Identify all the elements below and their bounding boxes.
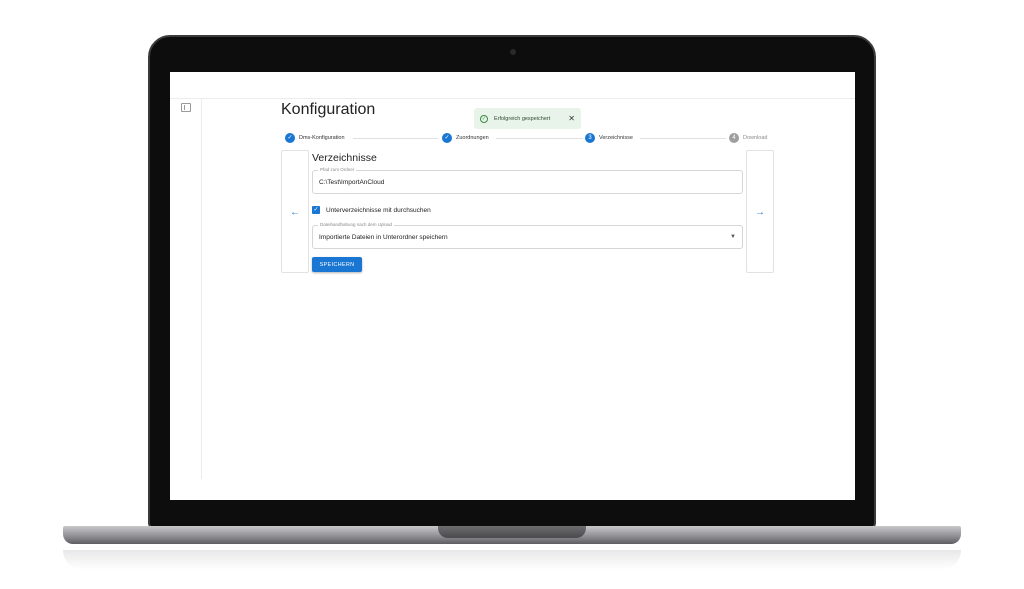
dropdown-caret-icon[interactable]: ▼ — [730, 234, 736, 240]
camera — [510, 49, 516, 55]
path-field-value[interactable]: C:\Test\ImportAnCloud — [319, 179, 384, 186]
step-number: 4 — [729, 133, 739, 143]
step-check-icon: ✓ — [285, 133, 295, 143]
step-download[interactable]: 4 Download — [729, 133, 767, 143]
checkbox-checked-icon[interactable]: ✓ — [312, 206, 320, 214]
step-dms-konfiguration[interactable]: ✓ Dms-Konfiguration — [285, 133, 345, 143]
step-number: 3 — [585, 133, 595, 143]
laptop-notch — [438, 526, 586, 538]
step-label: Verzeichnisse — [599, 135, 633, 141]
step-label: Zuordnungen — [456, 135, 489, 141]
toast-message: Erfolgreich gespeichert — [494, 115, 551, 122]
step-label: Dms-Konfiguration — [299, 135, 345, 141]
page-title: Konfiguration — [281, 101, 376, 118]
handling-select-value: Importierte Dateien in Unterordner speic… — [319, 234, 448, 241]
arrow-right-icon[interactable]: → — [747, 207, 773, 218]
prev-card[interactable]: ← — [281, 150, 309, 273]
step-connector — [640, 138, 726, 139]
arrow-left-icon[interactable]: ← — [282, 207, 308, 218]
sidebar-toggle-icon[interactable] — [181, 103, 191, 112]
step-connector — [353, 138, 438, 139]
sidebar-divider — [201, 99, 202, 479]
top-bar — [170, 72, 855, 99]
close-icon[interactable]: ✕ — [568, 114, 575, 123]
step-zuordnungen[interactable]: ✓ Zuordnungen — [442, 133, 489, 143]
handling-select-label: Dateihandhabung nach dem Upload — [318, 222, 395, 227]
step-verzeichnisse[interactable]: 3 Verzeichnisse — [585, 133, 633, 143]
path-field-label: Pfad zum Ordner — [318, 167, 357, 172]
success-toast: ✓ Erfolgreich gespeichert ✕ — [474, 108, 581, 129]
laptop-reflection — [63, 550, 961, 570]
form-card: Verzeichnisse Pfad zum Ordner C:\Test\Im… — [309, 150, 746, 273]
save-button[interactable]: SPEICHERN — [312, 257, 362, 272]
step-connector — [496, 138, 583, 139]
path-field[interactable]: Pfad zum Ordner C:\Test\ImportAnCloud — [312, 167, 743, 194]
step-check-icon: ✓ — [442, 133, 452, 143]
check-circle-icon: ✓ — [480, 114, 488, 123]
next-card[interactable]: → — [746, 150, 774, 273]
subfolders-checkbox-row[interactable]: ✓ Unterverzeichnisse mit durchsuchen — [312, 206, 431, 214]
screen: Konfiguration ✓ Erfolgreich gespeichert … — [170, 72, 855, 500]
section-title: Verzeichnisse — [312, 152, 377, 164]
step-label: Download — [743, 135, 768, 141]
handling-select[interactable]: Dateihandhabung nach dem Upload Importie… — [312, 222, 743, 249]
subfolders-checkbox-label: Unterverzeichnisse mit durchsuchen — [326, 206, 431, 214]
